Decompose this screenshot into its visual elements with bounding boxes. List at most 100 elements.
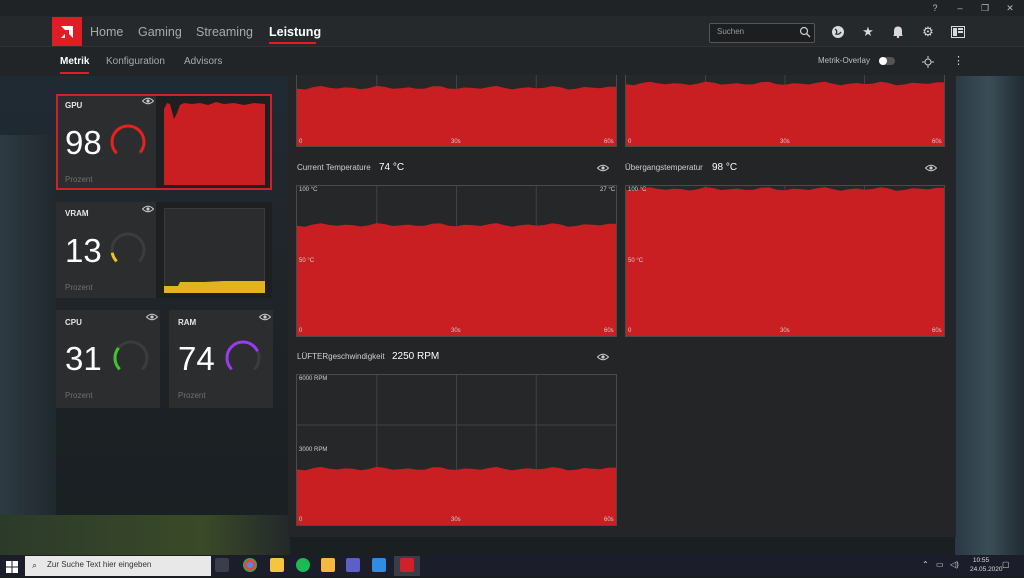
notification-icon[interactable]: ▢ bbox=[1002, 560, 1010, 569]
close-button[interactable]: ✕ bbox=[1000, 0, 1020, 16]
graph-area bbox=[626, 187, 944, 336]
subtab-konfiguration[interactable]: Konfiguration bbox=[106, 55, 165, 68]
subtab-advisors[interactable]: Advisors bbox=[184, 55, 222, 68]
cpu-card-title: CPU bbox=[65, 318, 82, 327]
chrome-icon[interactable] bbox=[243, 558, 257, 572]
eye-icon[interactable] bbox=[141, 205, 155, 216]
x-tick: 60s bbox=[604, 328, 614, 334]
junction-graph bbox=[625, 185, 945, 337]
window-titlebar bbox=[0, 0, 1024, 16]
junction-graph-title: Übergangstemperatur bbox=[625, 163, 703, 172]
restore-button[interactable]: ❐ bbox=[975, 0, 995, 16]
search-placeholder: Suchen bbox=[717, 27, 745, 36]
ram-unit: Prozent bbox=[178, 391, 206, 400]
bell-icon[interactable] bbox=[888, 22, 908, 42]
graph-area bbox=[297, 85, 616, 146]
eye-icon[interactable] bbox=[924, 164, 938, 175]
eye-icon[interactable] bbox=[596, 353, 610, 364]
folder-icon[interactable] bbox=[321, 558, 335, 572]
gauge-track bbox=[113, 340, 149, 376]
gauge-fill bbox=[110, 232, 146, 268]
gauge-fill bbox=[113, 340, 149, 376]
app-f-icon[interactable] bbox=[372, 558, 386, 572]
y-tick-top: 6000 RPM bbox=[299, 376, 328, 382]
gpu-gauge-ring bbox=[110, 124, 146, 160]
vram-unit: Prozent bbox=[65, 283, 93, 292]
x-tick: 30s bbox=[451, 517, 461, 523]
gauge-fill bbox=[110, 124, 146, 160]
vram-gauge-ring bbox=[110, 232, 146, 268]
search-icon[interactable] bbox=[799, 25, 811, 43]
vram-card-title: VRAM bbox=[65, 209, 89, 218]
more-options-icon[interactable]: ⋮ bbox=[953, 54, 964, 67]
gauge-track bbox=[110, 124, 146, 160]
ram-gauge-ring bbox=[225, 340, 261, 376]
minimize-button[interactable]: – bbox=[950, 0, 970, 16]
teams-icon[interactable] bbox=[346, 558, 360, 572]
clock[interactable]: 10:55 24.05.2020 bbox=[970, 556, 1003, 574]
star-icon[interactable]: ★ bbox=[858, 22, 878, 42]
eye-icon[interactable] bbox=[596, 164, 610, 175]
volume-icon[interactable]: ◁) bbox=[950, 560, 959, 569]
temp-graph bbox=[296, 185, 617, 337]
layout-icon[interactable] bbox=[948, 22, 968, 42]
vram-value: 13 bbox=[65, 232, 102, 269]
crosshair-icon[interactable] bbox=[922, 55, 934, 73]
temp-graph-value: 74 °C bbox=[379, 162, 405, 173]
x-tick: 0 bbox=[299, 517, 303, 523]
x-tick: 30s bbox=[780, 328, 790, 334]
graph-area bbox=[297, 223, 616, 336]
eye-icon[interactable] bbox=[145, 313, 159, 324]
temp-graph-title: Current Temperature bbox=[297, 163, 371, 172]
temp-corner-label: 27 °C bbox=[600, 187, 616, 193]
globe-icon[interactable] bbox=[828, 22, 848, 42]
x-tick: 0 bbox=[628, 328, 632, 334]
eye-icon[interactable] bbox=[258, 313, 272, 324]
cpu-value: 31 bbox=[65, 340, 102, 377]
y-tick-top: 100 °C bbox=[628, 187, 647, 193]
x-tick: 0 bbox=[299, 328, 303, 334]
nav-tab-leistung[interactable]: Leistung bbox=[269, 22, 321, 42]
windows-start-icon[interactable] bbox=[6, 560, 18, 578]
file-explorer-icon[interactable] bbox=[270, 558, 284, 572]
x-tick: 30s bbox=[451, 139, 461, 145]
metrics-overlay-label: Metrik-Overlay bbox=[818, 56, 871, 65]
nav-tab-home[interactable]: Home bbox=[90, 22, 123, 42]
y-tick-mid: 3000 RPM bbox=[299, 447, 328, 453]
gauge-fill bbox=[225, 340, 261, 376]
network-icon[interactable]: ▭ bbox=[936, 560, 944, 569]
taskbar-search-text: Zur Suche Text hier eingeben bbox=[47, 560, 152, 569]
x-tick: 30s bbox=[780, 139, 790, 145]
cpu-gauge-ring bbox=[113, 340, 149, 376]
gpu-mini-graph bbox=[164, 102, 265, 185]
gauge-track bbox=[225, 340, 261, 376]
nav-tab-gaming[interactable]: Gaming bbox=[138, 22, 182, 42]
gpu-value: 98 bbox=[65, 124, 102, 161]
graph-area bbox=[626, 81, 944, 146]
amd-radeon-icon bbox=[400, 558, 414, 572]
x-tick: 0 bbox=[299, 139, 303, 145]
x-tick: 60s bbox=[604, 517, 614, 523]
y-tick-mid: 50 °C bbox=[628, 258, 644, 264]
x-tick: 30s bbox=[451, 328, 461, 334]
task-view-icon[interactable] bbox=[215, 558, 229, 572]
nav-tab-streaming[interactable]: Streaming bbox=[196, 22, 253, 42]
gear-icon[interactable]: ⚙ bbox=[918, 22, 938, 42]
x-tick: 60s bbox=[932, 328, 942, 334]
x-tick: 60s bbox=[604, 139, 614, 145]
fan-graph-value: 2250 RPM bbox=[392, 351, 440, 362]
x-tick: 0 bbox=[628, 139, 632, 145]
y-tick-top: 100 °C bbox=[299, 187, 318, 193]
gpu-unit: Prozent bbox=[65, 175, 93, 184]
amd-logo[interactable] bbox=[52, 17, 82, 46]
spotify-icon[interactable] bbox=[296, 558, 310, 572]
eye-icon[interactable] bbox=[141, 97, 155, 108]
x-tick: 60s bbox=[932, 139, 942, 145]
search-icon: ⌕ bbox=[32, 560, 38, 570]
tray-chevron-icon[interactable]: ⌃ bbox=[922, 560, 929, 569]
ram-value: 74 bbox=[178, 340, 215, 377]
clock-date: 24.05.2020 bbox=[970, 566, 1003, 573]
subtab-metrik[interactable]: Metrik bbox=[60, 55, 89, 68]
help-button[interactable]: ? bbox=[925, 0, 945, 16]
fan-graph bbox=[296, 374, 617, 526]
